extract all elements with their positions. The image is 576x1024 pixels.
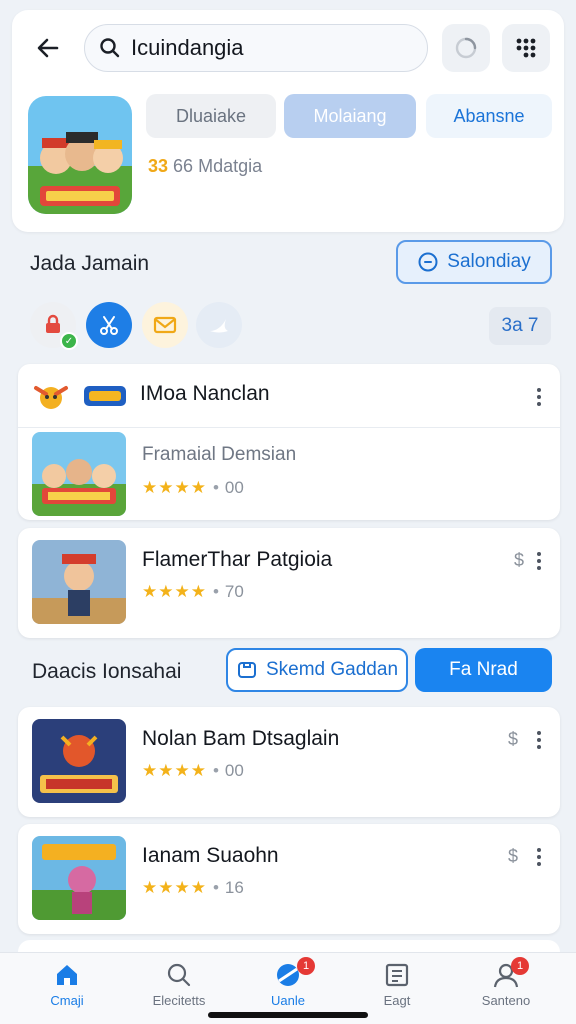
star-rating: ★★★★ bbox=[142, 878, 207, 897]
more-options-icon[interactable] bbox=[536, 552, 542, 570]
chip-2[interactable]: Molaiang bbox=[284, 94, 416, 138]
separator: • bbox=[212, 582, 219, 601]
home-icon bbox=[57, 965, 77, 985]
item-thumbnail[interactable] bbox=[32, 836, 126, 920]
item-rating: ★★★★ • 16 bbox=[142, 878, 244, 898]
lock-button[interactable]: ✓ bbox=[30, 302, 78, 350]
price-icon: $ bbox=[514, 550, 525, 570]
section-title-2: Daacis Ionsahai bbox=[32, 660, 182, 683]
back-arrow-icon bbox=[37, 38, 59, 58]
package-icon bbox=[237, 662, 256, 678]
nav-label-profile: Santeno bbox=[481, 993, 531, 1008]
refresh-button[interactable] bbox=[442, 24, 490, 72]
app-meta: 33 66 Mdatgia bbox=[148, 156, 262, 177]
chip-3[interactable]: Abansne bbox=[426, 94, 552, 138]
price-icon: $ bbox=[508, 729, 519, 749]
scissors-icon bbox=[100, 316, 118, 335]
more-options-icon[interactable] bbox=[536, 388, 542, 406]
item-thumbnail[interactable] bbox=[32, 719, 126, 803]
item-title[interactable]: Framaial Demsian bbox=[142, 444, 296, 466]
section1-action-button[interactable]: Salondiay bbox=[396, 240, 552, 284]
item-title[interactable]: Nolan Bam Dtsaglain bbox=[142, 727, 339, 751]
nav-label-search: Elecitetts bbox=[152, 993, 206, 1008]
app-header-card: Icuindangia Dluaiake Molaiang Abansne 33… bbox=[12, 10, 564, 232]
item-title[interactable]: FlamerThar Patgioia bbox=[142, 548, 332, 572]
check-badge-icon: ✓ bbox=[60, 332, 78, 350]
item-score: 00 bbox=[224, 478, 244, 497]
bird-icon bbox=[210, 319, 228, 333]
count-pill[interactable]: 3a 7 bbox=[489, 307, 551, 345]
search-icon bbox=[167, 963, 191, 987]
brand-logo bbox=[84, 386, 126, 406]
nav-label-apps: Eagt bbox=[383, 993, 411, 1008]
item-thumbnail[interactable] bbox=[32, 540, 126, 624]
scissors-button[interactable] bbox=[86, 302, 132, 348]
more-options-icon[interactable] bbox=[536, 731, 542, 749]
item-title[interactable]: Ianam Suaohn bbox=[142, 844, 279, 868]
mascot-icon bbox=[34, 386, 68, 409]
home-indicator[interactable] bbox=[208, 1012, 368, 1018]
section-title-1: Jada Jamain bbox=[30, 252, 150, 275]
nav-label-games: Uanle bbox=[271, 993, 305, 1008]
item-rating: ★★★★ • 00 bbox=[142, 761, 244, 781]
notification-badge: 1 bbox=[511, 957, 529, 975]
search-input[interactable]: Icuindangia bbox=[84, 24, 428, 72]
separator: • bbox=[212, 761, 219, 780]
separator: • bbox=[212, 878, 219, 897]
app-icon[interactable] bbox=[28, 96, 132, 214]
nav-item-search[interactable]: Elecitetts bbox=[134, 961, 224, 1008]
list-item[interactable]: Ianam Suaohn ★★★★ • 16 $ bbox=[18, 824, 560, 934]
lock-icon bbox=[46, 314, 60, 333]
nav-item-home[interactable]: Cmaji bbox=[22, 961, 112, 1008]
nav-label-home: Cmaji bbox=[50, 993, 84, 1008]
group-header[interactable]: IMoa Nanclan bbox=[18, 364, 560, 428]
group-title: IMoa Nanclan bbox=[140, 382, 270, 405]
item-score: 16 bbox=[224, 878, 244, 897]
nav-item-apps[interactable]: Eagt bbox=[352, 961, 442, 1008]
item-thumbnail[interactable] bbox=[32, 432, 126, 516]
notification-badge: 1 bbox=[297, 957, 315, 975]
item-score: 00 bbox=[224, 761, 244, 780]
chip-1[interactable]: Dluaiake bbox=[146, 94, 276, 138]
section2-outline-button[interactable]: Skemd Gaddan bbox=[226, 648, 408, 692]
search-icon bbox=[100, 38, 120, 58]
refresh-icon bbox=[455, 37, 477, 59]
apps-icon bbox=[385, 963, 409, 987]
item-rating: ★★★★ • 70 bbox=[142, 582, 244, 602]
meta-text: 66 Mdatgia bbox=[173, 156, 263, 176]
star-rating: ★★★★ bbox=[142, 582, 207, 601]
star-rating: ★★★★ bbox=[142, 478, 207, 497]
more-options-icon[interactable] bbox=[536, 848, 542, 866]
grid-icon bbox=[516, 38, 536, 58]
nav-item-games[interactable]: 1 Uanle bbox=[243, 957, 333, 1008]
star-rating: ★★★★ bbox=[142, 761, 207, 780]
item-rating: ★★★★ • 00 bbox=[142, 478, 244, 498]
grid-menu-button[interactable] bbox=[502, 24, 550, 72]
group-card: IMoa Nanclan Framaial Demsian ★★★★ • 00 bbox=[18, 364, 560, 520]
clock-icon bbox=[418, 252, 438, 272]
price-icon: $ bbox=[508, 846, 519, 866]
meta-number: 33 bbox=[148, 156, 169, 176]
nav-item-profile[interactable]: 1 Santeno bbox=[461, 957, 551, 1008]
separator: • bbox=[212, 478, 219, 497]
back-button[interactable] bbox=[32, 32, 64, 64]
list-item[interactable]: Nolan Bam Dtsaglain ★★★★ • 00 $ bbox=[18, 707, 560, 817]
item-score: 70 bbox=[224, 582, 244, 601]
search-value: Icuindangia bbox=[131, 35, 244, 60]
envelope-icon bbox=[153, 316, 177, 334]
list-item[interactable]: FlamerThar Patgioia ★★★★ • 70 $ bbox=[18, 528, 560, 638]
envelope-button[interactable] bbox=[142, 302, 188, 348]
section1-action-label: Salondiay bbox=[447, 251, 531, 272]
section2-solid-button[interactable]: Fa Nrad bbox=[415, 648, 552, 692]
section2-outline-label: Skemd Gaddan bbox=[265, 659, 399, 680]
bird-button[interactable] bbox=[196, 302, 242, 348]
